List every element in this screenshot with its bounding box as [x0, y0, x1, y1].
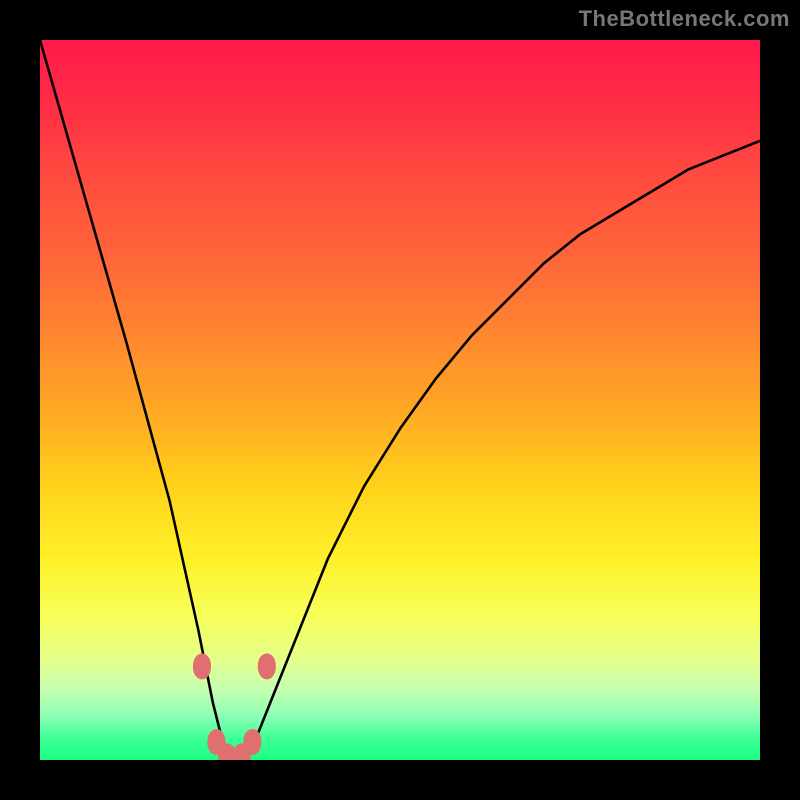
curve-marker	[258, 653, 276, 679]
watermark-text: TheBottleneck.com	[579, 6, 790, 32]
plot-area	[40, 40, 760, 760]
chart-container: TheBottleneck.com	[0, 0, 800, 800]
curve-marker	[233, 743, 251, 760]
curve-marker	[243, 729, 261, 755]
curve-marker	[207, 729, 225, 755]
bottleneck-curve	[40, 40, 760, 760]
curve-marker	[218, 743, 236, 760]
curve-marker	[193, 653, 211, 679]
curve-svg	[40, 40, 760, 760]
